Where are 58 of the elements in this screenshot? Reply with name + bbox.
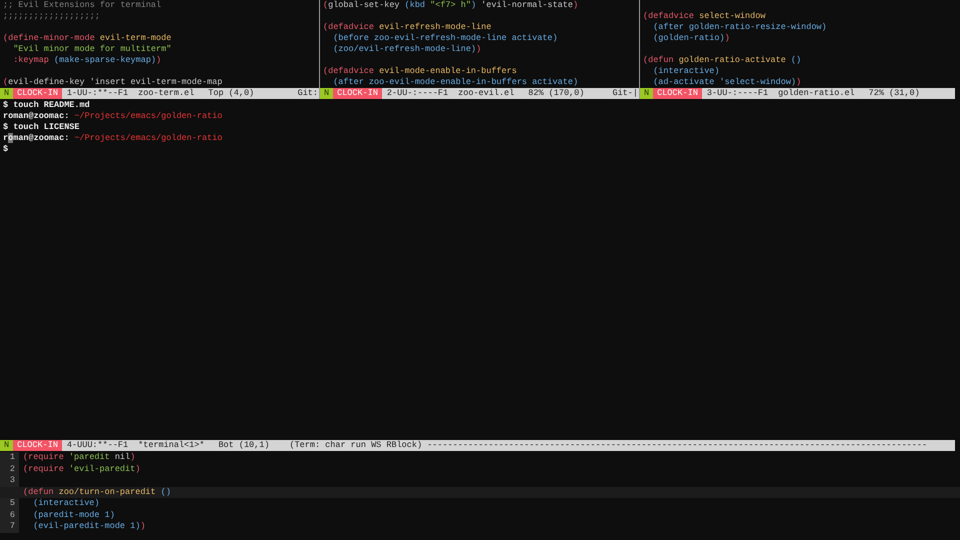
line-number: 7 <box>0 521 19 532</box>
terminal-line: roman@zoomac: ~/Projects/emacs/golden-ratio <box>3 111 222 122</box>
buffer-name: *terminal<1>* <box>138 440 204 451</box>
code-line: (define-minor-mode evil-term-mode <box>3 33 172 44</box>
mode-info: (Term: char run WS RBlock) -------------------------------------------------------------------------------------------------- <box>289 440 928 451</box>
code-line: :keymap (make-sparse-keymap)) <box>12 55 162 66</box>
vc-info: Git: <box>298 88 319 99</box>
code-line: (defadvice select-window <box>643 11 766 22</box>
code-line: (interactive) <box>652 66 720 77</box>
cursor-position: 82% (170,0) <box>528 88 584 99</box>
buffer-name: zoo-term.el <box>138 88 194 99</box>
code-line: (require 'paredit nil) <box>23 452 136 462</box>
code-line: (paredit-mode 1) <box>32 510 115 520</box>
code-line: (ad-activate 'select-window)) <box>652 77 802 88</box>
buffer-name: zoo-evil.el <box>458 88 514 99</box>
cursor-position: Bot (10,1) <box>218 440 270 451</box>
buffer-status: 1-UU-:**--F1 <box>66 88 128 99</box>
code-line: (require 'evil-paredit) <box>23 464 140 474</box>
evil-state-badge: N <box>0 440 14 451</box>
code-line: ;;;;;;;;;;;;;;;;;;; <box>3 11 100 22</box>
clock-in-badge: CLOCK-IN <box>333 88 382 99</box>
code-line: (after zoo-evil-mode-enable-in-buffers activate) <box>332 77 578 88</box>
terminal-line: $ touch LICENSE <box>3 122 80 133</box>
clock-in-badge: CLOCK-IN <box>13 88 62 99</box>
cursor-position: 72% (31,0) <box>868 88 920 99</box>
vc-info: Git-| <box>612 88 639 99</box>
code-line: (defun golden-ratio-activate () <box>643 55 802 66</box>
terminal-line: roman@zoomac: ~/Projects/emacs/golden-ratio <box>3 133 222 144</box>
evil-state-badge: N <box>0 88 14 99</box>
code-line: (evil-define-key 'insert evil-term-mode-map <box>3 77 222 88</box>
line-number: 1 <box>0 452 19 464</box>
evil-state-badge: N <box>640 88 654 99</box>
buffer-name: golden-ratio.el <box>778 88 855 99</box>
buffer-status: 2-UU-:----F1 <box>386 88 448 99</box>
code-line: (global-set-key (kbd "<f7> h") 'evil-normal-state) <box>323 0 578 11</box>
code-line: (after golden-ratio-resize-window) <box>652 22 827 33</box>
terminal-line: $ <box>3 144 8 155</box>
terminal-line: $ touch README.md <box>3 100 90 111</box>
code-line: (interactive) <box>32 498 100 508</box>
code-line: (zoo/evil-refresh-mode-line)) <box>332 44 482 55</box>
buffer-status: 3-UU-:----F1 <box>706 88 768 99</box>
code-line: (golden-ratio)) <box>652 33 730 44</box>
code-line: ;; Evil Extensions for terminal <box>3 0 162 11</box>
code-line: (defadvice evil-mode-enable-in-buffers <box>323 66 517 77</box>
clock-in-badge: CLOCK-IN <box>13 440 62 451</box>
cursor-position: Top (4,0) <box>208 88 254 99</box>
code-line: (defadvice evil-refresh-mode-line <box>323 22 492 33</box>
code-line: (defun zoo/turn-on-paredit () <box>23 486 171 496</box>
line-number: 5 <box>0 498 19 510</box>
line-number: 3 <box>0 475 19 486</box>
evil-state-badge: N <box>320 88 334 99</box>
buffer-status: 4-UUU:**--F1 <box>66 440 128 451</box>
code-line: (before zoo-evil-refresh-mode-line activate) <box>332 33 558 44</box>
line-number: 6 <box>0 510 19 521</box>
code-line: "Evil minor mode for multiterm" <box>12 44 172 55</box>
code-line: (evil-paredit-mode 1)) <box>32 521 146 531</box>
line-number: 2 <box>0 464 19 475</box>
clock-in-badge: CLOCK-IN <box>653 88 702 99</box>
